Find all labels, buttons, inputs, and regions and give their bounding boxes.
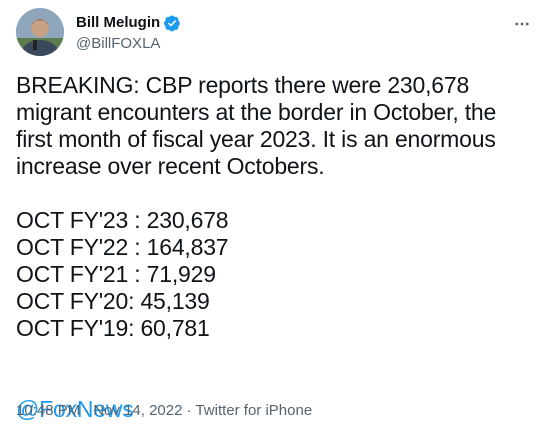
tweet-date[interactable]: Nov 14, 2022	[93, 402, 182, 419]
stat-line: OCT FY'19: 60,781	[16, 315, 210, 341]
stat-line: OCT FY'20: 45,139	[16, 288, 210, 314]
meta-separator: ·	[84, 402, 90, 419]
meta-separator: ·	[186, 402, 192, 419]
tweet-source: Twitter for iPhone	[195, 402, 313, 419]
name-row: Bill Melugin	[76, 13, 181, 33]
stat-line: OCT FY'21 : 71,929	[16, 261, 216, 287]
user-info: Bill Melugin @BillFOXLA	[76, 13, 181, 52]
verified-badge-icon	[163, 14, 181, 32]
more-horizontal-icon	[515, 22, 529, 26]
tweet-time[interactable]: 10:48 PM	[16, 402, 80, 419]
user-handle[interactable]: @BillFOXLA	[76, 35, 181, 52]
more-options-button[interactable]	[512, 14, 532, 34]
stat-line: OCT FY'23 : 230,678	[16, 207, 229, 233]
avatar[interactable]	[16, 8, 64, 56]
tweet-meta: 10:48 PM · Nov 14, 2022 · Twitter for iP…	[16, 402, 312, 419]
avatar-photo-icon	[16, 8, 64, 56]
tweet-text: BREAKING: CBP reports there were 230,678…	[16, 72, 497, 179]
tweet-card: Bill Melugin @BillFOXLA BREAKING: CBP re…	[0, 0, 550, 426]
tweet-body: BREAKING: CBP reports there were 230,678…	[16, 72, 536, 423]
tweet-header: Bill Melugin @BillFOXLA	[16, 8, 181, 56]
display-name[interactable]: Bill Melugin	[76, 14, 160, 31]
stat-line: OCT FY'22 : 164,837	[16, 234, 229, 260]
